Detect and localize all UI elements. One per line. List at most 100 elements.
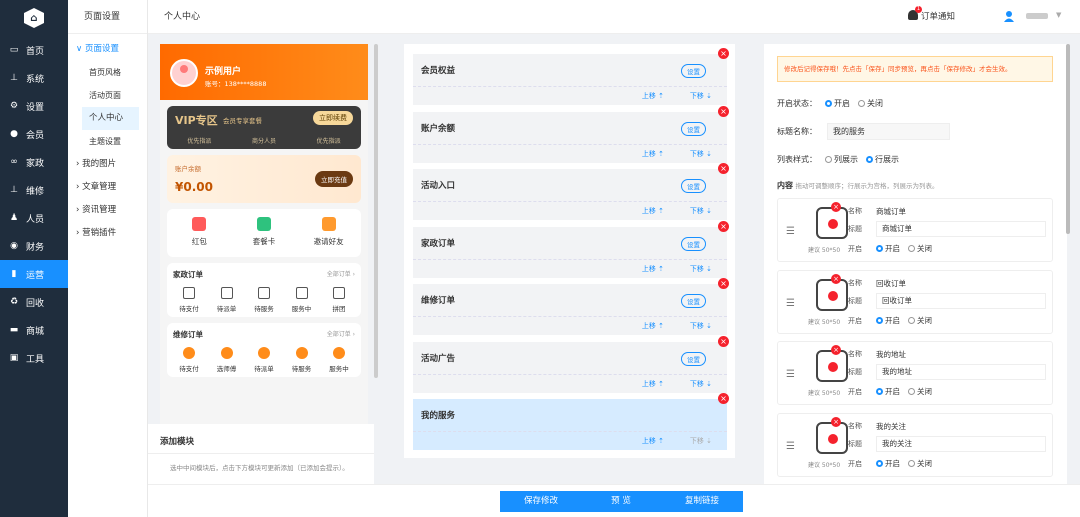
module-item[interactable]: 我的服务 上移 ⇡ 下移 ⇣ × <box>413 393 729 450</box>
radio-open[interactable] <box>876 316 883 324</box>
copy-link-button[interactable]: 复制链接 <box>661 491 743 512</box>
sidebar-item[interactable]: ▣ 工具 <box>0 344 68 372</box>
service-image[interactable] <box>816 278 848 311</box>
move-down-button[interactable]: 下移 ⇣ <box>690 149 712 159</box>
submenu-item[interactable]: 活动页面 <box>68 84 147 107</box>
delete-service-icon[interactable]: × <box>831 273 841 284</box>
submenu-item[interactable]: ∨ 页面设置 <box>68 38 147 61</box>
quick-entry[interactable]: 红包 <box>167 209 232 257</box>
move-down-button[interactable]: 下移 ⇣ <box>690 206 712 216</box>
service-item[interactable]: ☰ × 建议 50*50 名称 我的地址 标题 我的地址 开启 开启 关闭 <box>777 341 1053 405</box>
order-status-item[interactable]: 选师傅 <box>211 347 243 373</box>
move-down-button[interactable]: 下移 ⇣ <box>690 379 712 389</box>
service-item[interactable]: ☰ × 建议 50*50 名称 我的关注 标题 我的关注 开启 开启 关闭 <box>777 412 1053 477</box>
sidebar-item[interactable]: ♻ 回收 <box>0 288 68 316</box>
drag-handle-icon[interactable]: ☰ <box>786 226 795 237</box>
sidebar-item[interactable]: ⊥ 维修 <box>0 176 68 204</box>
move-up-button[interactable]: 上移 ⇡ <box>642 206 664 216</box>
service-item[interactable]: ☰ × 建议 50*50 名称 商城订单 标题 商城订单 开启 开启 关闭 <box>777 198 1053 262</box>
move-up-button[interactable]: 上移 ⇡ <box>642 264 664 274</box>
delete-service-icon[interactable]: × <box>831 416 841 427</box>
all-orders-link[interactable]: 全部订单 › <box>327 269 355 280</box>
delete-module-icon[interactable]: × <box>718 163 729 174</box>
sidebar-item[interactable]: ♟ 人员 <box>0 204 68 232</box>
order-status-item[interactable]: 待服务 <box>248 287 280 313</box>
order-notification[interactable]: 1 订单通知 <box>908 0 955 34</box>
sidebar-item[interactable]: ▬ 商城 <box>0 316 68 344</box>
move-down-button[interactable]: 下移 ⇣ <box>690 436 712 446</box>
radio-close[interactable] <box>908 388 915 395</box>
module-settings-button[interactable]: 设置 <box>681 64 706 78</box>
delete-service-icon[interactable]: × <box>831 345 841 355</box>
user-icon[interactable] <box>1004 11 1014 22</box>
radio-style-row[interactable] <box>866 156 873 163</box>
delete-module-icon[interactable]: × <box>718 105 729 117</box>
service-title-input[interactable]: 回收订单 <box>876 292 1046 309</box>
order-status-item[interactable]: 待支付 <box>173 287 205 313</box>
service-title-input[interactable]: 我的关注 <box>876 435 1046 452</box>
quick-entry[interactable]: 邀请好友 <box>296 209 361 257</box>
sidebar-item[interactable]: ∞ 家政 <box>0 148 68 176</box>
service-image[interactable] <box>816 350 848 382</box>
recharge-button[interactable]: 立即充值 <box>315 171 353 187</box>
radio-status-off[interactable] <box>858 100 865 107</box>
order-status-item[interactable]: 拼团 <box>323 287 355 313</box>
delete-module-icon[interactable]: × <box>718 335 729 347</box>
module-settings-button[interactable]: 设置 <box>681 294 706 308</box>
order-status-item[interactable]: 待派单 <box>211 287 243 313</box>
module-settings-button[interactable]: 设置 <box>681 236 706 251</box>
radio-close[interactable] <box>908 459 915 467</box>
submenu-item[interactable]: › 文章管理 <box>68 176 147 199</box>
service-title-input[interactable]: 商城订单 <box>876 221 1046 237</box>
order-status-item[interactable]: 待服务 <box>286 347 318 373</box>
all-orders-link[interactable]: 全部订单 › <box>327 329 355 340</box>
service-image[interactable] <box>816 207 848 239</box>
submenu-item[interactable]: › 我的图片 <box>68 153 147 176</box>
module-settings-button[interactable]: 设置 <box>681 121 706 136</box>
module-item[interactable]: 会员权益 设置 上移 ⇡ 下移 ⇣ × <box>413 48 729 105</box>
module-item[interactable]: 活动广告 设置 上移 ⇡ 下移 ⇣ × <box>413 335 729 393</box>
title-input[interactable]: 我的服务 <box>827 123 950 140</box>
drag-handle-icon[interactable]: ☰ <box>786 369 795 380</box>
move-up-button[interactable]: 上移 ⇡ <box>642 149 664 159</box>
radio-style-column[interactable] <box>825 156 832 163</box>
drag-handle-icon[interactable]: ☰ <box>786 298 795 309</box>
submenu-item[interactable]: › 资讯管理 <box>68 199 147 222</box>
move-up-button[interactable]: 上移 ⇡ <box>642 379 664 389</box>
radio-open[interactable] <box>876 459 883 467</box>
service-title-input[interactable]: 我的地址 <box>876 364 1046 380</box>
move-down-button[interactable]: 下移 ⇣ <box>690 264 712 274</box>
sidebar-item[interactable]: ▭ 首页 <box>0 36 68 64</box>
order-status-item[interactable]: 服务中 <box>323 347 355 373</box>
submenu-item[interactable]: 个人中心 <box>82 107 139 130</box>
username-placeholder[interactable] <box>1026 13 1048 19</box>
service-image[interactable] <box>816 421 848 454</box>
order-status-item[interactable]: 待派单 <box>248 347 280 373</box>
preview-button[interactable]: 预 览 <box>580 491 662 512</box>
move-up-button[interactable]: 上移 ⇡ <box>642 436 664 446</box>
radio-close[interactable] <box>908 316 915 324</box>
sidebar-item[interactable]: ● 会员 <box>0 120 68 148</box>
quick-entry[interactable]: 套餐卡 <box>232 209 297 257</box>
radio-open[interactable] <box>876 245 883 252</box>
move-down-button[interactable]: 下移 ⇣ <box>690 321 712 331</box>
settings-scrollbar[interactable] <box>1066 44 1070 234</box>
delete-module-icon[interactable]: × <box>718 48 729 59</box>
radio-status-on[interactable] <box>825 100 832 107</box>
submenu-item[interactable]: 主题设置 <box>68 130 147 153</box>
module-item[interactable]: 账户余额 设置 上移 ⇡ 下移 ⇣ × <box>413 105 729 163</box>
sidebar-item[interactable]: ▮ 运营 <box>0 260 68 288</box>
delete-service-icon[interactable]: × <box>831 202 841 212</box>
home-order-card[interactable]: 家政订单 全部订单 › 待支付 待派单 待服务 服务中 拼团 <box>167 263 361 317</box>
move-up-button[interactable]: 上移 ⇡ <box>642 321 664 331</box>
module-settings-button[interactable]: 设置 <box>681 179 706 193</box>
preview-scrollbar[interactable] <box>374 44 378 378</box>
delete-module-icon[interactable]: × <box>718 278 729 289</box>
module-item[interactable]: 维修订单 设置 上移 ⇡ 下移 ⇣ × <box>413 278 729 335</box>
balance-card[interactable]: 账户余额 ¥0.00 立即充值 <box>167 155 361 203</box>
sidebar-item[interactable]: ◉ 财务 <box>0 232 68 260</box>
sidebar-item[interactable]: ⚙ 设置 <box>0 92 68 120</box>
module-item[interactable]: 活动入口 设置 上移 ⇡ 下移 ⇣ × <box>413 163 729 220</box>
vip-card[interactable]: VIP专区 会员专享套餐 立即续费 优先指派 商分人员 优先指派 <box>167 106 361 149</box>
delete-module-icon[interactable]: × <box>718 393 729 404</box>
